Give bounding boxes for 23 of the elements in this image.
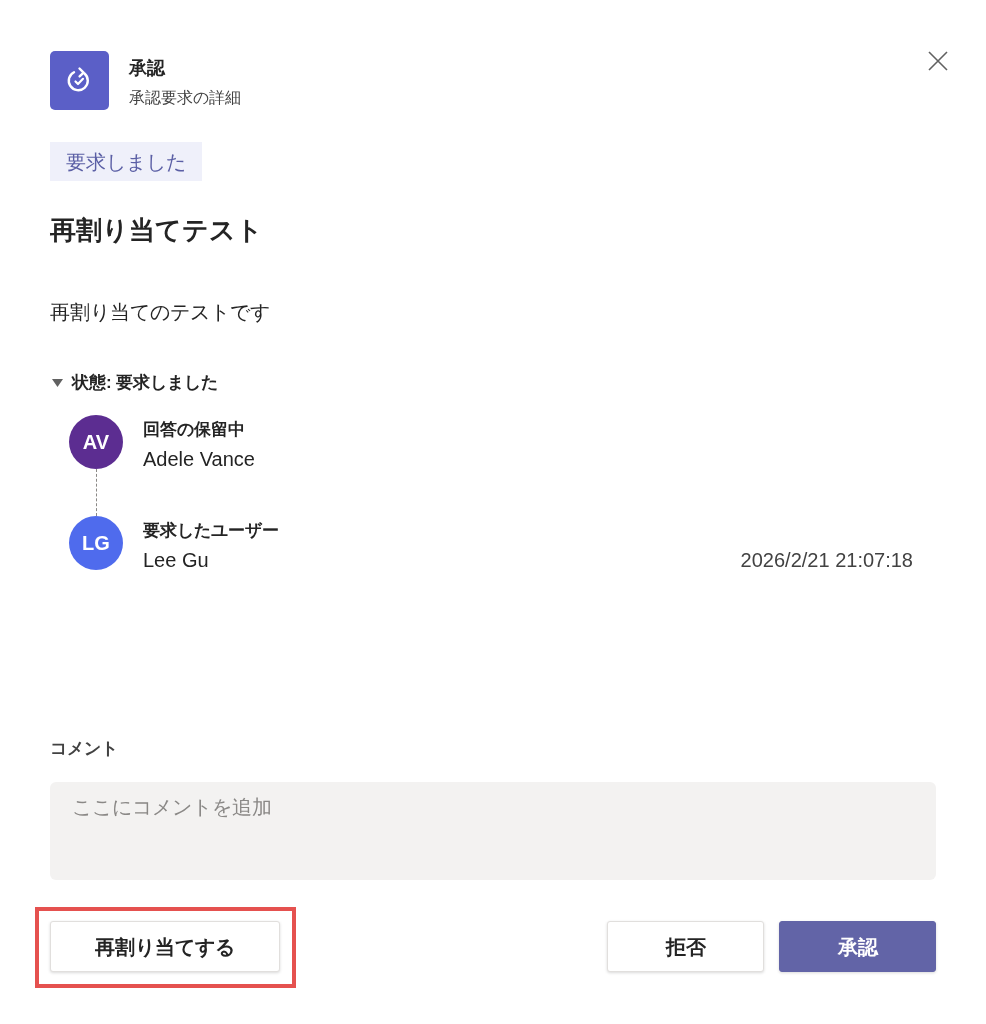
close-icon	[928, 51, 948, 71]
request-title: 再割り当てテスト	[50, 214, 263, 247]
close-button[interactable]	[928, 51, 948, 71]
status-badge: 要求しました	[50, 142, 202, 181]
comment-label: コメント	[50, 738, 118, 760]
timestamp: 2026/2/21 21:07:18	[740, 548, 913, 573]
dialog-subtitle: 承認要求の詳細	[129, 88, 241, 108]
status-label: 状態: 要求しました	[72, 372, 219, 394]
action-button[interactable]: 承認	[779, 921, 936, 972]
action-button[interactable]: 再割り当てする	[50, 921, 280, 972]
comment-field[interactable]: ここにコメントを追加	[50, 782, 936, 880]
circular-arrow-check-icon	[50, 51, 109, 110]
avatar: LG	[69, 516, 123, 570]
person-role: 要求したユーザー	[143, 520, 279, 542]
person-name: Lee Gu	[143, 548, 209, 573]
avatar: AV	[69, 415, 123, 469]
app-title: 承認	[129, 57, 165, 80]
caret-icon[interactable]	[52, 379, 63, 387]
action-button[interactable]: 拒否	[607, 921, 764, 972]
request-description: 再割り当てのテストです	[50, 300, 270, 325]
timeline-connector	[95, 469, 97, 516]
person-name: Adele Vance	[143, 447, 255, 472]
person-role: 回答の保留中	[143, 419, 245, 441]
